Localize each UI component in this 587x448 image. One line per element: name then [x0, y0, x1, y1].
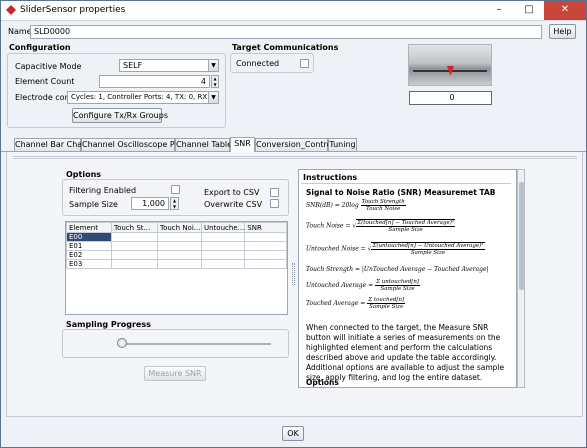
window-title: SliderSensor properties — [20, 5, 126, 15]
table-row[interactable]: E00 — [66, 232, 287, 242]
col-untouched-noise[interactable]: Untouche... — [200, 222, 246, 233]
overwrite-csv-label: Overwrite CSV — [204, 200, 263, 209]
touched-average-equation: Touched Average = Σ touched[n] Sample Siz… — [306, 297, 406, 310]
col-element[interactable]: Element — [66, 222, 112, 233]
chevron-down-icon: ▼ — [208, 92, 218, 103]
target-communications-title: Target Communications — [232, 43, 339, 52]
maximize-button[interactable]: □ — [514, 1, 544, 20]
touch-noise-equation: Touch Noise = √ Σ(touched[n] − Touched Av… — [306, 219, 456, 233]
instructions-scroll-thumb[interactable] — [519, 182, 524, 290]
ok-button[interactable]: OK — [282, 426, 304, 441]
name-input[interactable]: SLD0000 — [30, 25, 542, 39]
options-title: Options — [66, 170, 102, 179]
slider-sensor-graphic — [408, 44, 492, 86]
filtering-enabled-label: Filtering Enabled — [69, 186, 137, 195]
untouched-average-equation: Untouched Average = Σ untouched[n] Sample… — [306, 279, 421, 292]
app-icon — [6, 5, 16, 15]
instructions-divider — [301, 183, 511, 184]
export-to-csv-label: Export to CSV — [204, 188, 260, 197]
sampling-progress-track — [121, 343, 271, 345]
panel-header-rule — [13, 156, 577, 159]
snr-table: Element Touch St... Touch Noi... Untouch… — [65, 221, 288, 315]
chevron-down-icon: ▼ — [208, 60, 218, 71]
table-row[interactable]: E03 — [66, 259, 287, 269]
instructions-options-heading: Options — [306, 378, 339, 387]
untouched-noise-equation: Untouched Noise = √ Σ(untouched[n] − Unto… — [306, 242, 485, 256]
connected-checkbox — [300, 59, 309, 68]
instructions-scrollbar[interactable] — [517, 169, 525, 388]
element-count-input[interactable]: 4 — [99, 75, 210, 88]
instructions-pane: Instructions Signal to Noise Ratio (SNR)… — [298, 169, 517, 388]
minimize-button[interactable]: – — [484, 1, 514, 20]
sampling-progress-title: Sampling Progress — [66, 320, 151, 329]
capacitive-mode-select[interactable]: SELF ▼ — [119, 59, 219, 72]
slider-sensor-properties-window: SliderSensor properties – □ ✕ Name: SLD0… — [0, 0, 587, 448]
col-touch-noise[interactable]: Touch Noi... — [157, 222, 202, 233]
overwrite-csv-checkbox[interactable] — [270, 199, 279, 208]
instructions-heading: Signal to Noise Ratio (SNR) Measuremet T… — [306, 188, 496, 197]
help-button[interactable]: Help — [549, 24, 576, 39]
tab-tuning[interactable]: Tuning — [328, 138, 357, 151]
tab-channel-bar-chart[interactable]: Channel Bar Chart — [14, 138, 89, 151]
connected-label: Connected — [236, 59, 280, 68]
instructions-title: Instructions — [303, 173, 358, 182]
tab-channel-oscilloscope-plot[interactable]: Channel Oscilloscope Plot — [81, 138, 185, 151]
element-count-label: Element Count — [15, 77, 75, 86]
export-to-csv-checkbox[interactable] — [270, 188, 279, 197]
filtering-enabled-checkbox[interactable] — [171, 185, 180, 194]
title-bar: SliderSensor properties – □ ✕ — [1, 1, 586, 21]
tab-snr[interactable]: SNR — [230, 137, 255, 152]
measure-snr-button[interactable]: Measure SNR — [144, 366, 206, 381]
col-snr[interactable]: SNR — [244, 222, 287, 233]
instructions-rule — [301, 387, 512, 388]
electrode-config-value: Cycles: 1, Controller Ports: 4, TX: 0, R… — [71, 93, 217, 101]
electrode-config-select[interactable]: Cycles: 1, Controller Ports: 4, TX: 0, R… — [67, 91, 219, 104]
element-cell[interactable]: E00 — [66, 232, 112, 242]
sample-size-label: Sample Size — [69, 200, 118, 209]
element-count-spinner[interactable]: ▲ ▼ — [211, 75, 219, 88]
instructions-body: When connected to the target, the Measur… — [306, 323, 505, 382]
tab-channel-table[interactable]: Channel Table — [175, 138, 232, 151]
snr-equation: SNR(dB) = 20log Touch Strength Touch Nois… — [306, 199, 406, 212]
col-touch-strength[interactable]: Touch St... — [111, 222, 158, 233]
capacitive-mode-value: SELF — [123, 61, 143, 70]
element-cell[interactable]: E02 — [66, 250, 112, 260]
configuration-title: Configuration — [9, 43, 71, 52]
splitter-handle[interactable] — [292, 263, 295, 285]
tab-conversion-control[interactable]: Conversion_Control — [255, 138, 334, 151]
capacitive-mode-label: Capacitive Mode — [15, 62, 82, 71]
sample-size-spinner[interactable]: ▲ ▼ — [170, 197, 179, 210]
sampling-progress-thumb — [117, 338, 127, 348]
close-button[interactable]: ✕ — [544, 1, 586, 20]
slider-value-display: 0 — [409, 91, 492, 105]
configure-tx-rx-groups-button[interactable]: Configure Tx/Rx Groups — [72, 108, 168, 123]
table-row[interactable]: E02 — [66, 250, 287, 260]
table-row[interactable]: E01 — [66, 241, 287, 251]
element-cell[interactable]: E01 — [66, 241, 112, 251]
sample-size-input[interactable]: 1,000 — [131, 197, 169, 210]
touch-strength-equation: Touch Strength = |UnTouched Average − To… — [306, 266, 489, 273]
element-cell[interactable]: E03 — [66, 259, 112, 269]
